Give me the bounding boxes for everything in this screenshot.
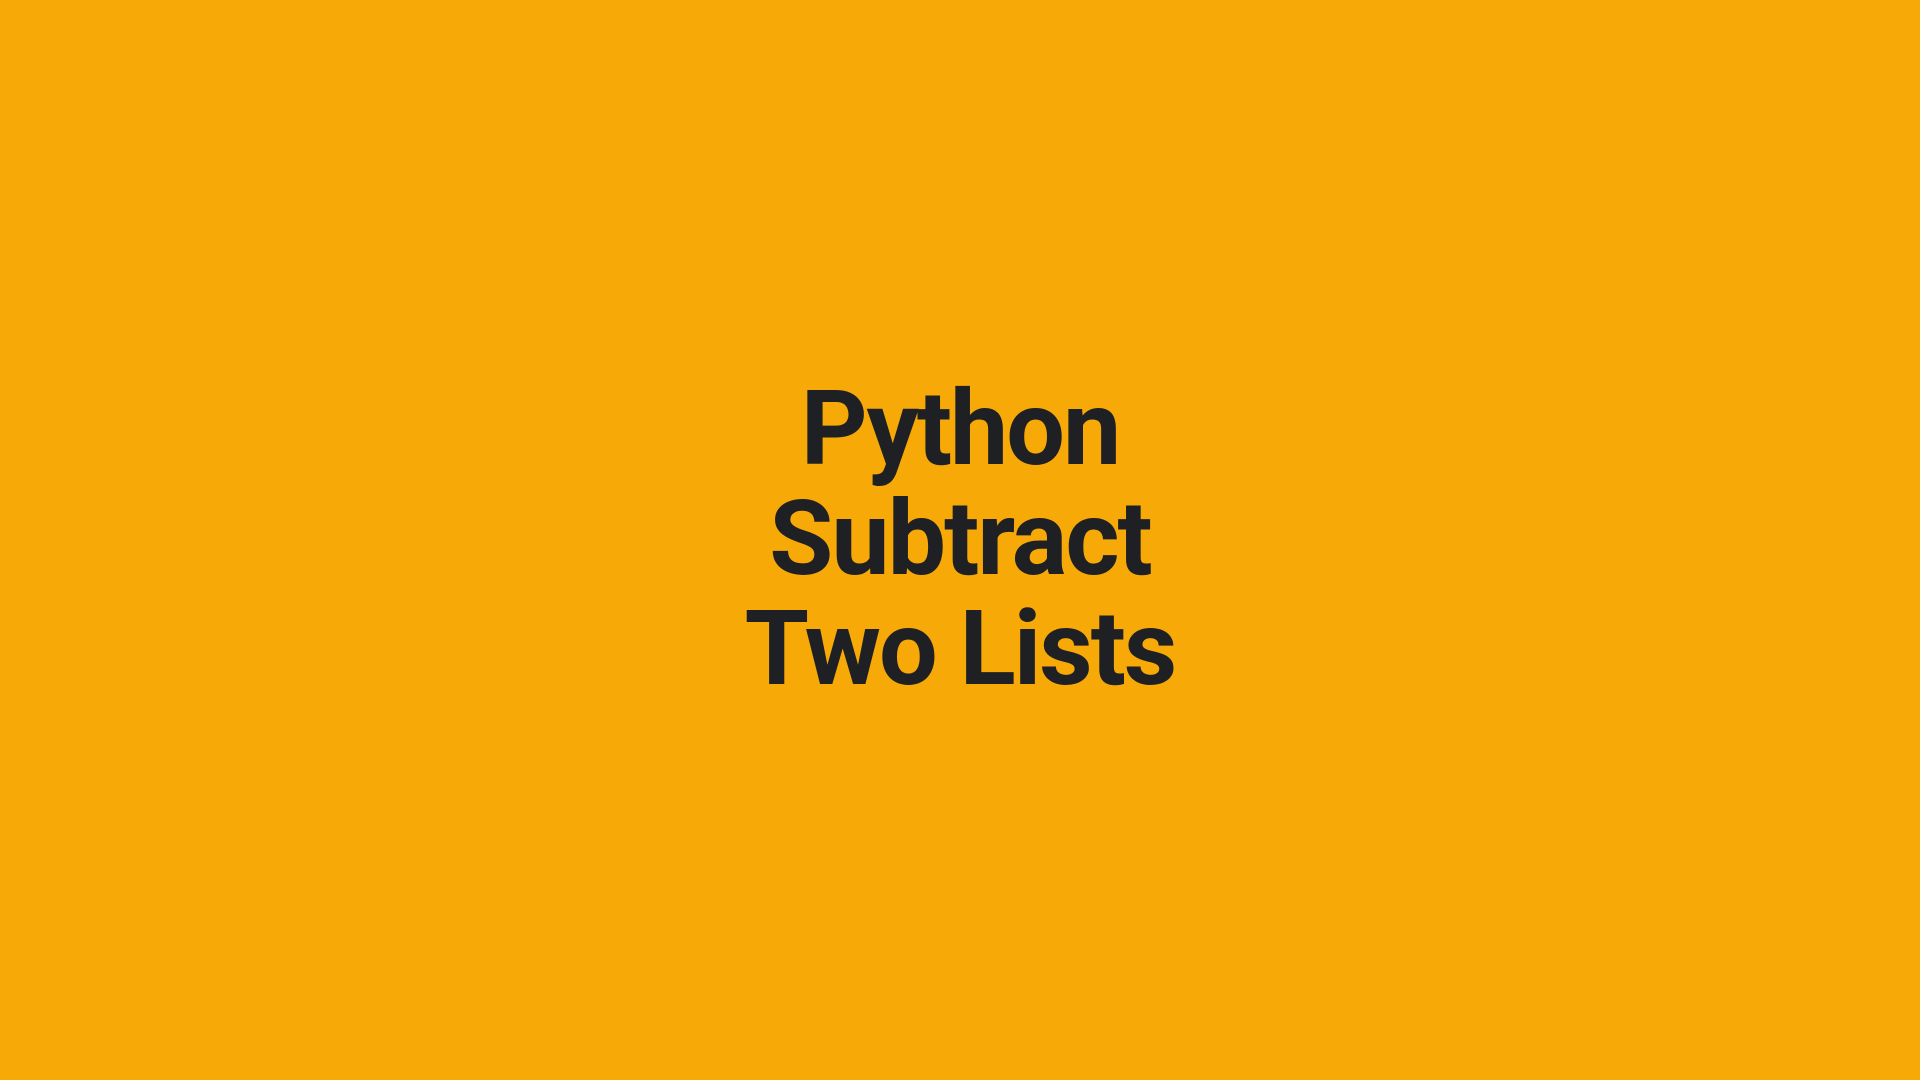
title-line-3: Two Lists <box>745 595 1176 705</box>
title-line-2: Subtract <box>745 485 1176 595</box>
title-line-1: Python <box>745 375 1176 485</box>
title-container: Python Subtract Two Lists <box>745 375 1176 706</box>
